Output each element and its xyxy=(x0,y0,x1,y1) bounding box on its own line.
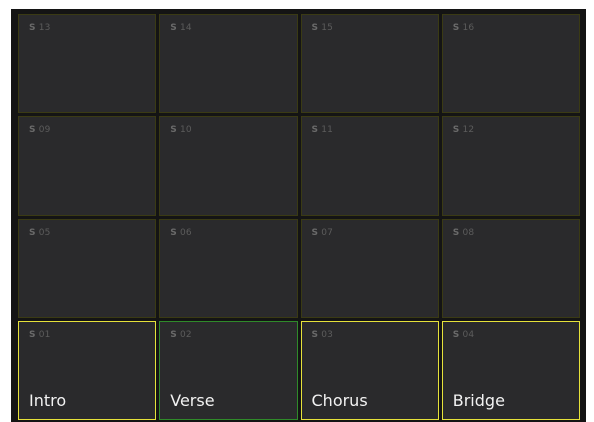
pad-id: S 12 xyxy=(453,125,475,135)
pad-id: S 01 xyxy=(29,330,51,340)
pad-id: S 08 xyxy=(453,228,475,238)
pad-id: S 06 xyxy=(170,228,192,238)
scene-pad-16[interactable]: S 16 xyxy=(441,14,580,114)
pad-id-number: 05 xyxy=(38,227,51,238)
pad-id: S 03 xyxy=(312,330,334,340)
pad-id: S 02 xyxy=(170,330,192,340)
scene-pad-03[interactable]: S 03 Chorus xyxy=(300,320,439,420)
scene-pad-09[interactable]: S 09 xyxy=(18,116,157,216)
pad-id-number: 06 xyxy=(179,227,192,238)
scene-pad-06[interactable]: S 06 xyxy=(159,218,298,318)
pad-id-prefix: S xyxy=(452,329,460,340)
pad-id-number: 07 xyxy=(321,227,334,238)
pad-id: S 11 xyxy=(312,125,334,135)
pad-id-prefix: S xyxy=(170,23,177,33)
pad-id-number: 08 xyxy=(462,227,475,238)
pad-id-number: 11 xyxy=(321,125,334,136)
pad-id-prefix: S xyxy=(170,329,177,340)
pad-id-prefix: S xyxy=(29,125,36,136)
pad-id-prefix: S xyxy=(452,227,460,238)
scene-pad-grid: S13 S14 S15 S16 S09 S10 S11 S12 xyxy=(18,14,580,420)
pad-id-number: 12 xyxy=(462,125,475,136)
pad-id-prefix: S xyxy=(29,23,36,33)
scene-pad-02[interactable]: S 02 Verse xyxy=(159,320,298,420)
scene-pad-13[interactable]: S 13 xyxy=(18,14,157,114)
pad-id-number: 04 xyxy=(462,329,475,340)
pad-id-number: 16 xyxy=(462,23,475,33)
pad-label: Bridge xyxy=(452,391,505,410)
pad-label: Chorus xyxy=(311,391,368,410)
pad-id-number: 03 xyxy=(321,329,334,340)
pad-id: S 04 xyxy=(453,330,475,340)
pad-id-prefix: S xyxy=(311,227,319,238)
scene-pad-11[interactable]: S 11 xyxy=(300,116,439,216)
pad-id-prefix: S xyxy=(452,125,460,136)
pad-label: Verse xyxy=(170,391,215,410)
pad-id: S 09 xyxy=(29,125,51,135)
pad-id-prefix: S xyxy=(170,227,177,238)
pad-id-number: 13 xyxy=(38,23,51,33)
scene-pad-10[interactable]: S 10 xyxy=(159,116,298,216)
pad-id: S 05 xyxy=(29,228,51,238)
pad-id-number: 14 xyxy=(179,23,192,33)
pad-id: S 07 xyxy=(312,228,334,238)
pad-id: S 10 xyxy=(170,125,192,135)
scene-pad-14[interactable]: S 14 xyxy=(159,14,298,114)
pad-id-number: 01 xyxy=(38,329,51,340)
pad-id-prefix: S xyxy=(452,23,460,33)
pad-id: S 14 xyxy=(170,23,192,33)
scene-pad-01[interactable]: S 01 Intro xyxy=(18,320,157,420)
pad-id-number: 15 xyxy=(321,23,334,33)
scene-pad-07[interactable]: S 07 xyxy=(300,218,439,318)
scene-pad-08[interactable]: S 08 xyxy=(441,218,580,318)
pad-id-prefix: S xyxy=(311,329,319,340)
pad-id-prefix: S xyxy=(29,227,36,238)
pad-id-prefix: S xyxy=(311,23,319,33)
pad-id-prefix: S xyxy=(311,125,319,136)
pad-id-prefix: S xyxy=(170,125,177,136)
pad-label: Intro xyxy=(29,391,67,410)
pad-id: S 13 xyxy=(29,23,51,33)
scene-pad-15[interactable]: S 15 xyxy=(300,14,439,114)
pad-id: S 15 xyxy=(312,23,334,33)
scene-pad-04[interactable]: S 04 Bridge xyxy=(441,320,580,420)
scene-pad-panel: S13 S14 S15 S16 S09 S10 S11 S12 xyxy=(11,9,586,422)
pad-id: S 16 xyxy=(453,23,475,33)
pad-id-number: 02 xyxy=(179,329,192,340)
scene-pad-12[interactable]: S 12 xyxy=(441,116,580,216)
pad-id-prefix: S xyxy=(29,329,36,340)
pad-id-number: 10 xyxy=(179,125,192,136)
pad-id-number: 09 xyxy=(38,125,51,136)
scene-pad-05[interactable]: S 05 xyxy=(18,218,157,318)
